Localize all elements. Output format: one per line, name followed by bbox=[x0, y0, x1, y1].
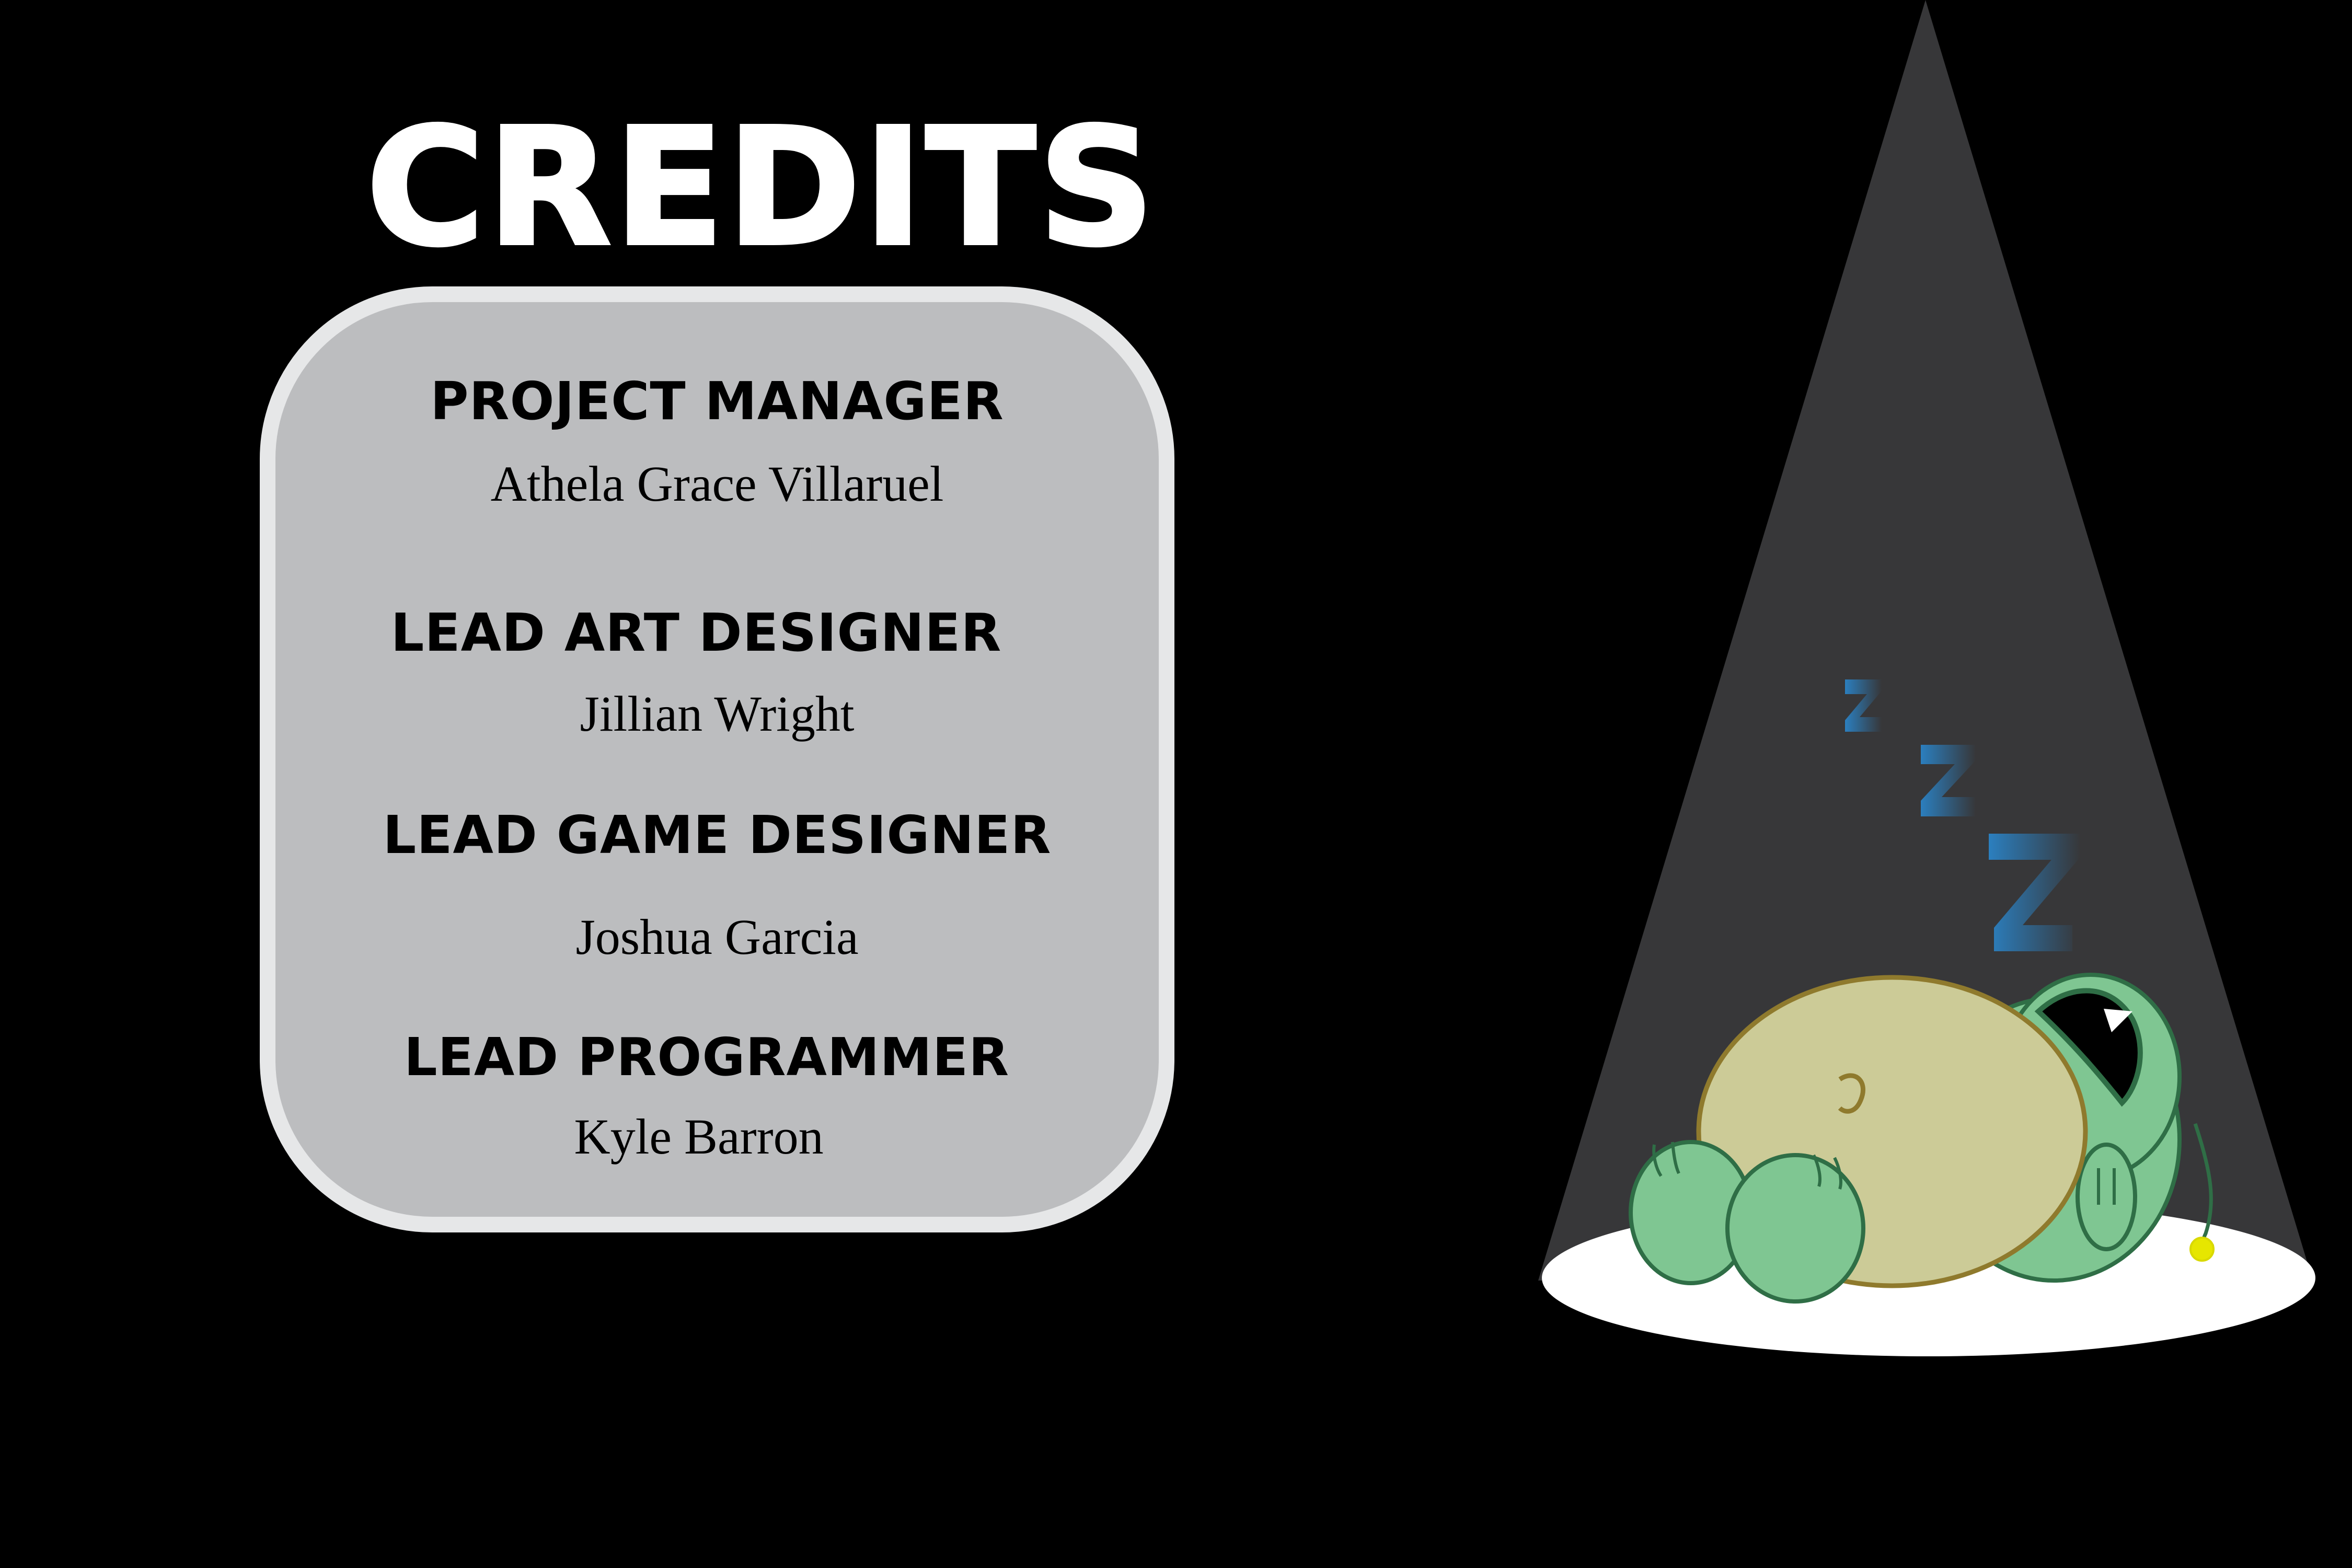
name-project-manager: Athela Grace Villaruel bbox=[490, 456, 944, 512]
sleeping-turtle-scene bbox=[1538, 0, 2315, 1356]
name-lead-programmer: Kyle Barron bbox=[574, 1109, 824, 1165]
credits-title: Credits bbox=[364, 94, 1157, 282]
role-project-manager: Project Manager bbox=[430, 371, 1004, 432]
name-lead-art-designer: Jillian Wright bbox=[580, 686, 855, 742]
role-lead-art-designer: Lead Art Designer bbox=[390, 602, 1002, 663]
role-lead-programmer: Lead Programmer bbox=[403, 1027, 1010, 1088]
credits-panel: Project Manager Athela Grace Villaruel L… bbox=[260, 286, 1174, 1232]
yarn-ball-icon bbox=[2189, 1237, 2215, 1262]
name-lead-game-designer: Joshua Garcia bbox=[575, 909, 859, 965]
role-lead-game-designer: Lead Game Designer bbox=[383, 804, 1052, 866]
